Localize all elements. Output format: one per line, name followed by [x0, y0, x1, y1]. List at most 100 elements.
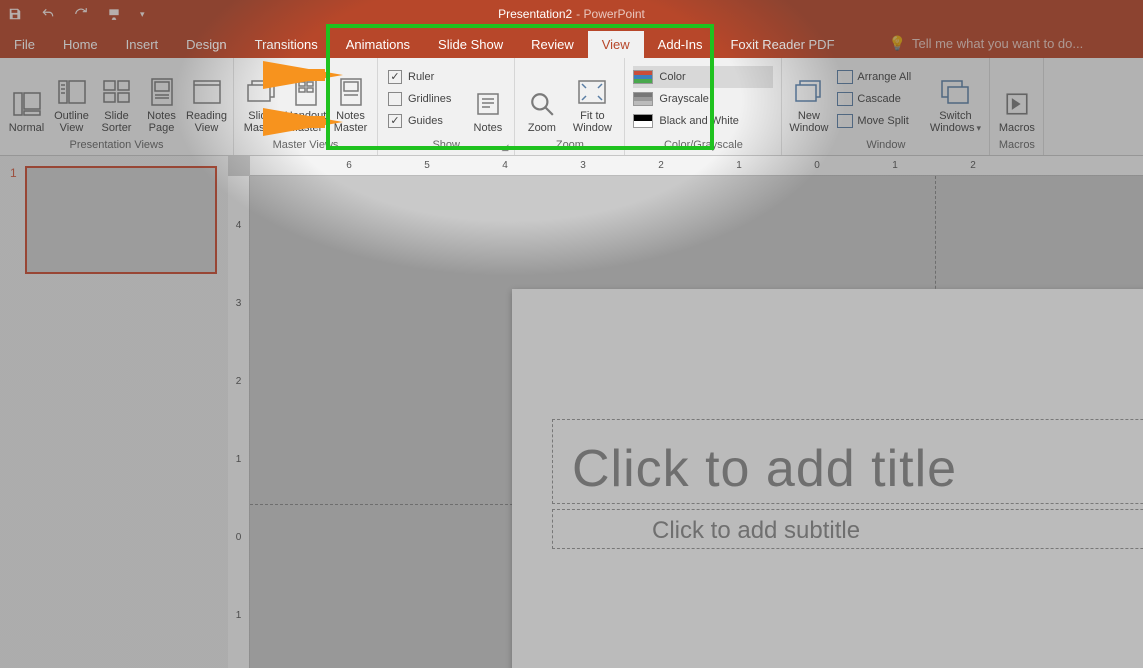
notes-page-label: Notes Page — [139, 110, 184, 134]
tab-animations[interactable]: Animations — [332, 31, 424, 58]
zoom-button[interactable]: Zoom — [519, 59, 564, 139]
group-label-show: Show◢ — [382, 139, 510, 155]
slide[interactable]: Click to add title Click to add subtitle — [512, 289, 1143, 668]
vertical-ruler[interactable]: 4 3 2 1 0 1 2 — [228, 176, 250, 668]
slide-sorter-button[interactable]: Slide Sorter — [94, 59, 139, 139]
title-placeholder[interactable]: Click to add title — [572, 439, 1143, 499]
group-label-macros: Macros — [994, 139, 1039, 155]
outline-view-label: Outline View — [49, 110, 94, 134]
ruler-tick: 0 — [778, 160, 856, 171]
slide-thumbnail-1[interactable]: 1 — [10, 166, 218, 274]
arrange-all-label: Arrange All — [857, 71, 911, 83]
window-title: Presentation2 - PowerPoint — [498, 7, 645, 21]
group-window: New Window Arrange All Cascade Move Spli… — [782, 58, 990, 155]
tell-me-search[interactable]: 💡 Tell me what you want to do... — [889, 35, 1084, 58]
qat-customize-icon[interactable]: ▾ — [140, 9, 145, 20]
cascade-button[interactable]: Cascade — [837, 88, 919, 110]
tab-file[interactable]: File — [0, 31, 49, 58]
zoom-label: Zoom — [528, 122, 556, 134]
ribbon: Normal Outline View Slide Sorter Notes P… — [0, 58, 1143, 156]
ruler-tick: 0 — [236, 498, 242, 576]
tell-me-placeholder: Tell me what you want to do... — [912, 36, 1083, 51]
fit-to-window-label: Fit to Window — [564, 110, 620, 134]
tab-transitions[interactable]: Transitions — [241, 31, 332, 58]
redo-icon[interactable] — [74, 7, 88, 21]
save-icon[interactable] — [8, 7, 22, 21]
ruler-tick: 1 — [700, 160, 778, 171]
ruler-tick: 1 — [236, 420, 242, 498]
slide-editing-area: Click to add title Click to add subtitle — [250, 176, 1143, 668]
slide-thumbnail-preview — [25, 166, 217, 274]
black-and-white-button[interactable]: Black and White — [633, 110, 773, 132]
group-label-presentation-views: Presentation Views — [4, 139, 229, 155]
undo-icon[interactable] — [40, 7, 56, 21]
macros-icon — [1001, 88, 1033, 120]
tutorial-arrow-icon — [263, 108, 343, 136]
notes-page-button[interactable]: Notes Page — [139, 59, 184, 139]
group-label-master-views: Master Views — [238, 139, 373, 155]
tab-review[interactable]: Review — [517, 31, 588, 58]
checkbox-checked-icon — [388, 70, 402, 84]
outline-view-button[interactable]: Outline View — [49, 59, 94, 139]
reading-view-button[interactable]: Reading View — [184, 59, 229, 139]
switch-windows-button[interactable]: Switch Windows — [925, 59, 985, 139]
group-color-grayscale: Color Grayscale Black and White Color/Gr… — [625, 58, 782, 155]
switch-windows-icon — [939, 76, 971, 108]
macros-button[interactable]: Macros — [994, 59, 1039, 139]
slide-thumbnails-panel[interactable]: 1 — [0, 156, 228, 668]
normal-view-button[interactable]: Normal — [4, 59, 49, 139]
work-area: 1 6 5 4 3 2 1 0 1 2 4 3 2 1 0 1 2 — [0, 156, 1143, 668]
tab-slide-show[interactable]: Slide Show — [424, 31, 517, 58]
normal-view-label: Normal — [9, 122, 44, 134]
start-from-beginning-icon[interactable] — [106, 7, 122, 21]
color-button[interactable]: Color — [633, 66, 773, 88]
group-label-window: Window — [786, 139, 985, 155]
notes-button[interactable]: Notes — [465, 59, 510, 139]
slide-canvas[interactable]: 6 5 4 3 2 1 0 1 2 4 3 2 1 0 1 2 — [228, 156, 1143, 668]
horizontal-ruler[interactable]: 6 5 4 3 2 1 0 1 2 — [250, 156, 1143, 176]
new-window-button[interactable]: New Window — [786, 59, 831, 139]
gridlines-checkbox[interactable]: Gridlines — [388, 88, 451, 110]
reading-view-label: Reading View — [184, 110, 229, 134]
grayscale-swatch-icon — [633, 92, 653, 106]
zoom-icon — [526, 88, 558, 120]
arrange-all-button[interactable]: Arrange All — [837, 66, 919, 88]
ruler-label: Ruler — [408, 71, 434, 83]
guides-checkbox[interactable]: Guides — [388, 110, 451, 132]
slide-sorter-icon — [101, 76, 133, 108]
subtitle-placeholder[interactable]: Click to add subtitle — [652, 517, 860, 545]
ruler-tick: 2 — [236, 654, 242, 668]
macros-label: Macros — [999, 122, 1035, 134]
ruler-tick: 4 — [466, 160, 544, 171]
color-label: Color — [659, 71, 685, 83]
tab-design[interactable]: Design — [172, 31, 240, 58]
slide-number: 1 — [10, 166, 17, 274]
ruler-tick: 2 — [236, 342, 242, 420]
tutorial-arrow-icon — [263, 61, 343, 89]
notes-label: Notes — [474, 122, 503, 134]
ruler-checkbox[interactable]: Ruler — [388, 66, 451, 88]
ruler-tick: 5 — [388, 160, 466, 171]
app-name-suffix: - PowerPoint — [576, 7, 645, 21]
tab-view[interactable]: View — [588, 31, 644, 58]
checkbox-unchecked-icon — [388, 92, 402, 106]
group-show: Ruler Gridlines Guides Notes Show◢ — [378, 58, 515, 155]
move-split-button[interactable]: Move Split — [837, 110, 919, 132]
fit-to-window-icon — [576, 76, 608, 108]
cascade-label: Cascade — [857, 93, 900, 105]
tab-insert[interactable]: Insert — [112, 31, 173, 58]
tab-home[interactable]: Home — [49, 31, 112, 58]
ribbon-tabs: File Home Insert Design Transitions Anim… — [0, 28, 1143, 58]
move-split-icon — [837, 114, 853, 128]
grayscale-button[interactable]: Grayscale — [633, 88, 773, 110]
tab-addins[interactable]: Add-Ins — [644, 31, 717, 58]
switch-windows-label: Switch Windows — [925, 110, 985, 134]
dialog-launcher-icon[interactable]: ◢ — [501, 142, 508, 153]
fit-to-window-button[interactable]: Fit to Window — [564, 59, 620, 139]
tab-foxit[interactable]: Foxit Reader PDF — [716, 31, 848, 58]
ruler-tick: 3 — [236, 264, 242, 342]
ruler-tick: 4 — [236, 186, 242, 264]
grayscale-label: Grayscale — [659, 93, 709, 105]
bw-swatch-icon — [633, 114, 653, 128]
ruler-tick: 3 — [544, 160, 622, 171]
